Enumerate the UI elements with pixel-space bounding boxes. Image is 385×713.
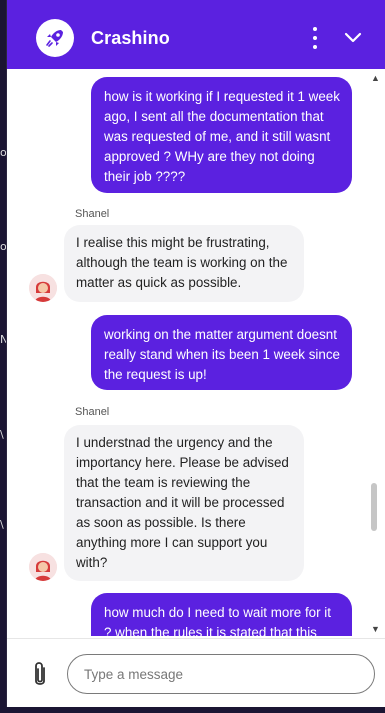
rocket-logo-icon	[36, 19, 74, 57]
paperclip-icon[interactable]	[29, 660, 51, 690]
chat-widget: Crashino how is it working if I requeste…	[6, 0, 385, 713]
scroll-down-icon[interactable]: ▼	[371, 624, 380, 634]
user-message: how much do I need to wait more for it ?…	[91, 593, 352, 636]
agent-avatar	[29, 274, 57, 302]
agent-message: I realise this might be frustrating, alt…	[64, 225, 304, 302]
composer-divider	[7, 638, 385, 639]
message-input[interactable]	[67, 654, 375, 694]
user-message: how is it working if I requested it 1 we…	[91, 77, 352, 193]
agent-message: I understnad the urgency and the importa…	[64, 425, 304, 581]
background-bottom-bar	[0, 707, 385, 713]
sender-name: Shanel	[75, 406, 110, 418]
message-list: how is it working if I requested it 1 we…	[7, 69, 385, 636]
chevron-down-icon[interactable]	[341, 26, 365, 50]
scrollbar-thumb[interactable]	[371, 483, 377, 531]
agent-avatar	[29, 553, 57, 581]
chat-header: Crashino	[7, 0, 385, 69]
more-vertical-icon[interactable]	[305, 27, 325, 49]
sender-name: Shanel	[75, 208, 110, 220]
scroll-up-icon[interactable]: ▲	[371, 73, 380, 83]
chat-title: Crashino	[91, 28, 170, 48]
user-message: working on the matter argument doesnt re…	[91, 315, 352, 390]
